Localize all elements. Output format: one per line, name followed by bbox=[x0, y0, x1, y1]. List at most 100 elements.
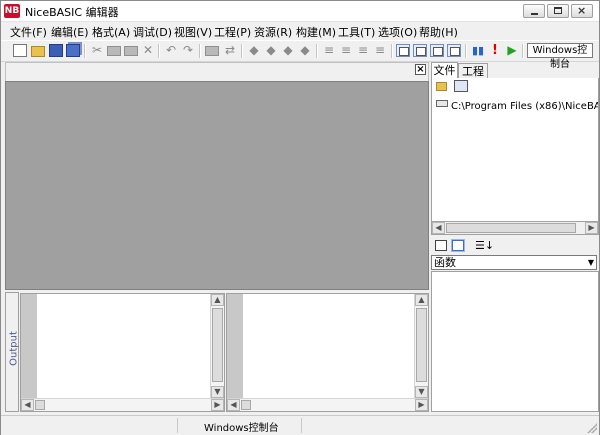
bookmark-toggle-icon[interactable]: ◆ bbox=[247, 44, 261, 57]
main-toolbar: ✂ ✕ ↶ ↷ ⇄ ◆ ◆ ◆ ◆ ≡ ≡ ≡ ≡ ▮▮ ! ▶ Windows… bbox=[1, 40, 599, 70]
toolbar-separator bbox=[316, 44, 318, 58]
drive-icon bbox=[436, 100, 448, 107]
new-file-icon[interactable] bbox=[13, 44, 27, 57]
resize-grip-icon[interactable] bbox=[587, 423, 597, 433]
scroll-right-icon[interactable]: ▶ bbox=[211, 399, 224, 411]
output-pane-right[interactable]: ▲ ▼ ◀ ▶ bbox=[226, 293, 429, 412]
window-icon bbox=[433, 47, 443, 56]
title-bar[interactable]: NB NiceBASIC 编辑器 × bbox=[1, 1, 599, 22]
scroll-left-icon[interactable]: ◀ bbox=[227, 399, 240, 411]
compile-icon[interactable]: ▮▮ bbox=[471, 44, 485, 57]
scroll-right-icon[interactable]: ▶ bbox=[415, 399, 428, 411]
menu-edit[interactable]: 编辑(E) bbox=[51, 24, 89, 40]
scroll-right-icon[interactable]: ▶ bbox=[585, 222, 598, 234]
window-icon bbox=[450, 47, 460, 56]
close-button[interactable]: × bbox=[571, 4, 593, 18]
output-gutter bbox=[21, 294, 37, 398]
scroll-thumb[interactable] bbox=[35, 400, 45, 410]
status-mode: Windows控制台 bbox=[204, 423, 279, 434]
scroll-up-icon[interactable]: ▲ bbox=[211, 294, 224, 306]
output-left-vscroll[interactable]: ▲ ▼ bbox=[210, 294, 224, 398]
redo-icon[interactable]: ↷ bbox=[181, 44, 195, 57]
menu-view[interactable]: 视图(V) bbox=[174, 24, 212, 40]
copy-icon[interactable] bbox=[107, 46, 121, 56]
window-mode-active-icon[interactable] bbox=[452, 240, 464, 251]
scroll-left-icon[interactable]: ◀ bbox=[432, 222, 445, 234]
editor-close-icon[interactable]: × bbox=[415, 64, 426, 75]
view-function-icon[interactable] bbox=[430, 44, 444, 57]
scroll-thumb[interactable] bbox=[446, 223, 576, 233]
indent-icon[interactable]: ≡ bbox=[322, 44, 336, 57]
close-icon: × bbox=[577, 4, 587, 17]
find-icon[interactable] bbox=[205, 46, 219, 56]
file-tree[interactable]: C:\Program Files (x86)\NiceBASIC中文 bbox=[431, 95, 599, 235]
tab-project[interactable]: 工程 bbox=[458, 63, 488, 78]
window-mode-icon[interactable] bbox=[435, 240, 447, 251]
function-select[interactable]: 函数 ▼ bbox=[431, 255, 597, 270]
menu-help[interactable]: 帮助(H) bbox=[419, 24, 458, 40]
scroll-up-icon[interactable]: ▲ bbox=[415, 294, 428, 306]
run-icon[interactable]: ▶ bbox=[505, 44, 519, 57]
build-icon[interactable]: ! bbox=[488, 44, 502, 57]
output-right-vscroll[interactable]: ▲ ▼ bbox=[414, 294, 428, 398]
status-bar: Windows控制台 bbox=[1, 415, 599, 435]
uncomment-icon[interactable]: ≡ bbox=[373, 44, 387, 57]
folder-icon[interactable] bbox=[436, 82, 447, 91]
menu-project[interactable]: 工程(P) bbox=[214, 24, 251, 40]
menu-build[interactable]: 构建(M) bbox=[296, 24, 336, 40]
output-left-hscroll[interactable]: ◀ ▶ bbox=[21, 398, 224, 411]
scroll-thumb[interactable] bbox=[212, 308, 223, 382]
toolbar-separator bbox=[241, 44, 243, 58]
maximize-button[interactable] bbox=[547, 4, 569, 18]
calendar-icon[interactable] bbox=[454, 80, 468, 92]
menu-options[interactable]: 选项(O) bbox=[378, 24, 417, 40]
window-icon bbox=[399, 47, 409, 56]
menu-resource[interactable]: 资源(R) bbox=[254, 24, 292, 40]
view-toolbar-icon[interactable] bbox=[447, 44, 461, 57]
menu-tools[interactable]: 工具(T) bbox=[338, 24, 375, 40]
scroll-left-icon[interactable]: ◀ bbox=[21, 399, 34, 411]
toolbar-separator bbox=[84, 44, 86, 58]
output-right-hscroll[interactable]: ◀ ▶ bbox=[227, 398, 428, 411]
toolbar-separator bbox=[199, 44, 201, 58]
outdent-icon[interactable]: ≡ bbox=[339, 44, 353, 57]
replace-icon[interactable]: ⇄ bbox=[223, 44, 237, 57]
save-icon[interactable] bbox=[49, 44, 63, 57]
paste-icon[interactable] bbox=[124, 46, 138, 56]
project-panel-tabs: 文件 工程 bbox=[431, 62, 599, 78]
output-pane-left[interactable]: ▲ ▼ ◀ ▶ bbox=[20, 293, 225, 412]
toolbar-separator bbox=[522, 44, 524, 58]
scroll-down-icon[interactable]: ▼ bbox=[415, 386, 428, 398]
editor-mdi-area[interactable] bbox=[5, 81, 429, 290]
view-project-icon[interactable] bbox=[413, 44, 427, 57]
window-title: NiceBASIC 编辑器 bbox=[25, 6, 119, 19]
scroll-thumb[interactable] bbox=[416, 308, 427, 382]
scroll-down-icon[interactable]: ▼ bbox=[211, 386, 224, 398]
sort-list-icon[interactable]: ☰↓ bbox=[475, 239, 494, 252]
status-divider bbox=[301, 418, 302, 433]
menu-format[interactable]: 格式(A) bbox=[92, 24, 130, 40]
comment-icon[interactable]: ≡ bbox=[356, 44, 370, 57]
function-list[interactable] bbox=[431, 271, 599, 412]
chevron-down-icon: ▼ bbox=[587, 258, 594, 267]
minimize-button[interactable] bbox=[523, 4, 545, 18]
file-tree-hscroll[interactable]: ◀ ▶ bbox=[431, 221, 599, 235]
bookmark-clear-icon[interactable]: ◆ bbox=[298, 44, 312, 57]
bookmark-prev-icon[interactable]: ◆ bbox=[281, 44, 295, 57]
menu-file[interactable]: 文件(F) bbox=[10, 24, 47, 40]
bookmark-next-icon[interactable]: ◆ bbox=[264, 44, 278, 57]
output-gutter bbox=[227, 294, 243, 398]
menu-bar: 文件(F) 编辑(E) 格式(A) 调试(D) 视图(V) 工程(P) 资源(R… bbox=[1, 22, 599, 40]
cut-icon[interactable]: ✂ bbox=[90, 44, 104, 57]
undo-icon[interactable]: ↶ bbox=[164, 44, 178, 57]
tab-files[interactable]: 文件 bbox=[431, 62, 458, 78]
save-all-icon[interactable] bbox=[66, 44, 80, 57]
menu-debug[interactable]: 调试(D) bbox=[133, 24, 172, 40]
output-side-bar: Output bbox=[5, 292, 20, 412]
delete-icon[interactable]: ✕ bbox=[141, 44, 155, 57]
status-divider bbox=[177, 418, 178, 433]
scroll-thumb[interactable] bbox=[241, 400, 251, 410]
build-target-select[interactable]: Windows控制台 bbox=[527, 43, 593, 70]
view-output-icon[interactable] bbox=[396, 44, 410, 57]
open-folder-icon[interactable] bbox=[31, 46, 45, 57]
